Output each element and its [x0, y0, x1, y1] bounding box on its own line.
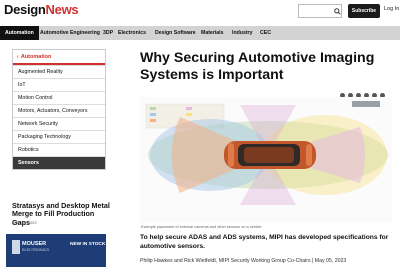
sidebar-item-robotics[interactable]: Robotics	[13, 143, 105, 156]
sidebar-item-motors[interactable]: Motors, Actuators, Conveyors	[13, 104, 105, 117]
article-subtitle: To help secure ADAS and ADS systems, MIP…	[140, 234, 389, 250]
nav-item-materials[interactable]: Materials	[201, 26, 224, 40]
logo-accent: News	[45, 2, 79, 17]
sidebar-back-label: Automation	[20, 53, 52, 60]
nav-item-electronics[interactable]: Electronics	[118, 26, 146, 40]
sidebar-item-packaging-technology[interactable]: Packaging Technology	[13, 130, 105, 143]
article-title: Why Securing Automotive Imaging Systems …	[140, 50, 375, 83]
nav-item-design-software[interactable]: Design Software	[155, 26, 196, 40]
chevron-left-icon: ‹	[17, 53, 19, 60]
sidebar-item-motion-control[interactable]: Motion Control	[13, 91, 105, 104]
site-header: DesignNews Subscribe Log In	[0, 0, 400, 22]
nav-item-automotive-engineering[interactable]: Automotive Engineering	[40, 26, 100, 40]
subscribe-button[interactable]: Subscribe	[348, 4, 380, 18]
login-link[interactable]: Log In	[384, 6, 399, 12]
nav-item-cec[interactable]: CEC	[260, 26, 271, 40]
sidebar-back-link[interactable]: ‹ Automation	[13, 50, 105, 65]
car-illustration	[224, 141, 316, 169]
ad-cta: NEW IN STOCK	[70, 242, 106, 247]
sidebar-item-iot[interactable]: IoT	[13, 78, 105, 91]
sidebar-item-sensors[interactable]: Sensors	[13, 156, 105, 169]
article-figure	[140, 97, 392, 223]
nav-item-automation[interactable]: Automation	[0, 26, 39, 40]
mouser-logo-icon	[12, 240, 20, 254]
sidebar-menu: ‹ Automation Augmented Reality IoT Motio…	[12, 49, 106, 170]
mouser-ad[interactable]: MOUSER ELECTRONICS NEW IN STOCK	[6, 234, 106, 267]
main-nav: Automation Automotive Engineering 3DP El…	[0, 26, 400, 40]
logo-main: Design	[4, 2, 46, 17]
ad-sub: ELECTRONICS	[22, 248, 50, 252]
ad-brand: MOUSER	[22, 241, 47, 247]
nav-item-3dp[interactable]: 3DP	[103, 26, 113, 40]
site-logo[interactable]: DesignNews	[4, 2, 79, 17]
figure-caption: Example placement of external cameras an…	[141, 225, 262, 229]
sidebar-item-augmented-reality[interactable]: Augmented Reality	[13, 65, 105, 78]
nav-item-industry[interactable]: Industry	[232, 26, 252, 40]
article-byline: Philip Hawkes and Rick Wietfeldt, MIPI S…	[140, 258, 347, 264]
sidebar-item-network-security[interactable]: Network Security	[13, 117, 105, 130]
search-icon[interactable]	[332, 4, 342, 18]
sidebar-article-date: JUN 05, 2023	[12, 220, 37, 225]
